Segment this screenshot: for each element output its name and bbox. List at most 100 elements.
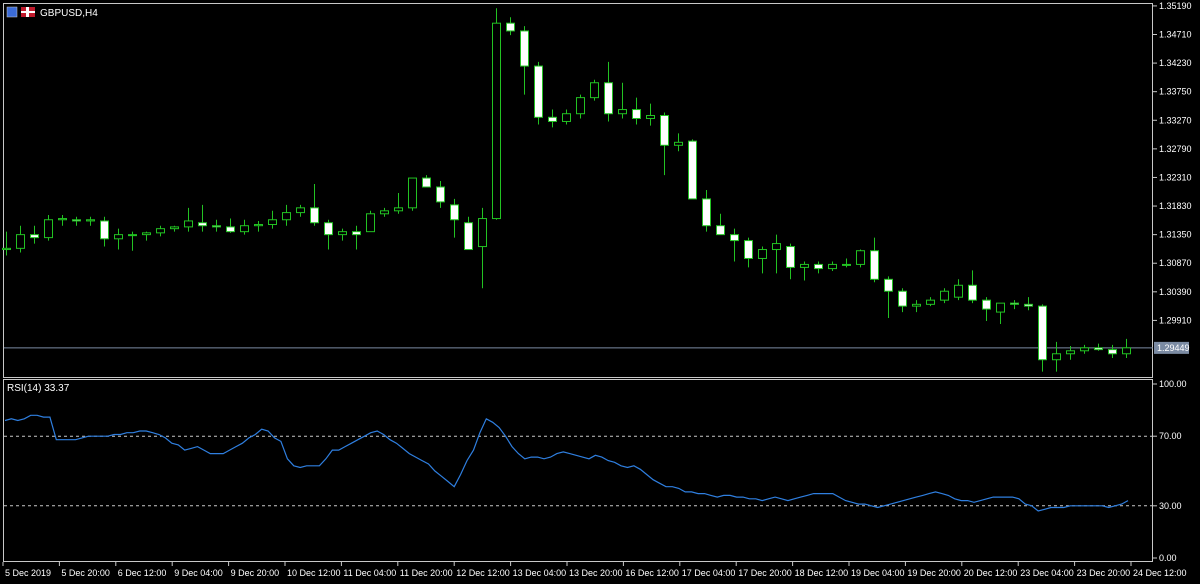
- time-tick-label: 19 Dec 04:00: [851, 568, 905, 578]
- candle-body: [30, 234, 39, 239]
- indicator-title: RSI(14) 33.37: [7, 383, 70, 394]
- chart-window-icons[interactable]: [6, 6, 35, 18]
- time-tick-label: 9 Dec 20:00: [231, 568, 280, 578]
- time-tick-label: 24 Dec 12:00: [1133, 568, 1187, 578]
- candle-body: [2, 247, 11, 251]
- candle-body: [296, 207, 305, 214]
- price-tick-label: 1.31830: [1159, 201, 1192, 211]
- candle-body: [870, 250, 879, 280]
- candle-body: [730, 234, 739, 242]
- candle-body: [450, 204, 459, 221]
- candle-body: [954, 284, 963, 298]
- candle-body: [912, 303, 921, 307]
- candle-body: [86, 219, 95, 222]
- candle: [688, 139, 697, 200]
- candle-body: [1010, 302, 1019, 305]
- price-tick-label: 1.35190: [1159, 1, 1192, 11]
- price-tick-label: 1.32790: [1159, 144, 1192, 154]
- time-tick-label: 20 Dec 12:00: [964, 568, 1018, 578]
- candle-body: [366, 213, 375, 233]
- candle-body: [548, 116, 557, 122]
- candle-body: [940, 290, 949, 301]
- candle-body: [506, 22, 515, 32]
- candle-body: [786, 246, 795, 268]
- candle: [590, 79, 599, 101]
- time-tick-label: 23 Dec 04:00: [1020, 568, 1074, 578]
- candle-body: [240, 225, 249, 233]
- candle-body: [408, 177, 417, 209]
- candle-body: [282, 212, 291, 221]
- rsi-tick-label: 100.00: [1159, 379, 1187, 389]
- time-tick-label: 5 Dec 20:00: [61, 568, 110, 578]
- candle-body: [478, 218, 487, 248]
- candle-body: [716, 225, 725, 236]
- time-tick-label: 10 Dec 12:00: [287, 568, 341, 578]
- candle: [856, 249, 865, 268]
- candle-body: [1122, 347, 1131, 355]
- candle-body: [44, 219, 53, 239]
- candle-body: [58, 218, 67, 221]
- window-icon[interactable]: [6, 6, 18, 18]
- rsi-tick-label: 70.00: [1159, 431, 1182, 441]
- candle-body: [212, 225, 221, 228]
- candle-body: [464, 222, 473, 251]
- candle-body: [16, 234, 25, 249]
- candle-body: [380, 210, 389, 215]
- candle-body: [72, 219, 81, 222]
- candle-body: [744, 240, 753, 259]
- current-price-label: 1.29449: [1157, 343, 1190, 353]
- candle-body: [254, 224, 263, 227]
- time-tick-label: 12 Dec 12:00: [456, 568, 510, 578]
- candle-body: [618, 109, 627, 115]
- candle-body: [1024, 303, 1033, 307]
- time-tick-label: 17 Dec 20:00: [738, 568, 792, 578]
- time-tick-label: 6 Dec 12:00: [118, 568, 167, 578]
- candle-body: [926, 299, 935, 305]
- time-tick-label: 18 Dec 12:00: [795, 568, 849, 578]
- candle-body: [394, 207, 403, 212]
- time-tick-label: 9 Dec 04:00: [174, 568, 223, 578]
- price-tick-label: 1.33270: [1159, 115, 1192, 125]
- time-tick-label: 19 Dec 20:00: [907, 568, 961, 578]
- candle-body: [842, 263, 851, 266]
- candle-body: [646, 115, 655, 119]
- candle-body: [422, 177, 431, 188]
- candle-body: [828, 263, 837, 270]
- price-tick-label: 1.34710: [1159, 29, 1192, 39]
- candle-body: [198, 222, 207, 227]
- candle-body: [758, 249, 767, 259]
- candle-body: [632, 109, 641, 119]
- candle-body: [534, 65, 543, 118]
- candle-body: [688, 140, 697, 200]
- flag-icon-stripe-v: [26, 7, 29, 17]
- time-tick-label: 11 Dec 20:00: [400, 568, 453, 578]
- chart-background: [0, 0, 1200, 584]
- rsi-tick-label: 30.00: [1159, 501, 1182, 511]
- candle-body: [604, 82, 613, 115]
- candle-body: [772, 243, 781, 251]
- candle-body: [1052, 353, 1061, 361]
- mt4-chart[interactable]: GBPUSD,H4 RSI(14) 33.37 1.35190 1.34710 1.…: [0, 0, 1200, 584]
- candle-body: [968, 284, 977, 301]
- candle: [492, 8, 501, 220]
- candle-body: [184, 220, 193, 228]
- price-tick-label: 1.33750: [1159, 87, 1192, 97]
- candle-body: [1080, 347, 1089, 352]
- candle-body: [352, 231, 361, 236]
- candle-body: [142, 232, 151, 236]
- price-tick-label: 1.31350: [1159, 230, 1192, 240]
- time-tick-label: 11 Dec 04:00: [343, 568, 396, 578]
- time-tick-label: 13 Dec 20:00: [569, 568, 623, 578]
- price-tick-label: 1.29910: [1159, 315, 1192, 325]
- candle-body: [492, 22, 501, 220]
- candle-body: [226, 226, 235, 233]
- candle-body: [1038, 305, 1047, 361]
- candle-body: [562, 113, 571, 122]
- candle-body: [1094, 347, 1103, 351]
- candle-body: [324, 222, 333, 236]
- candle-body: [1066, 350, 1075, 355]
- candle-body: [660, 115, 669, 146]
- candle-body: [590, 82, 599, 99]
- time-tick-label: 16 Dec 12:00: [625, 568, 679, 578]
- candle-body: [674, 141, 683, 146]
